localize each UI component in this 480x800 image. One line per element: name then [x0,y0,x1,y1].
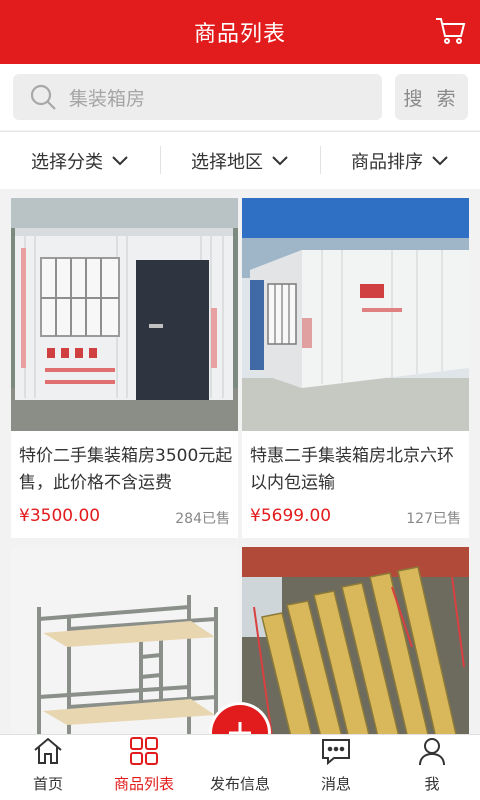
filter-region[interactable]: 选择地区 [160,132,320,189]
home-icon [34,737,62,764]
chevron-down-icon [112,155,128,165]
search-icon [30,84,56,110]
bunk-bed-photo[interactable] [11,547,238,734]
tab-label: 发布信息 [209,775,270,793]
filter-label: 选择地区 [191,151,263,173]
tab-product-list[interactable]: 商品列表 [96,735,192,800]
tab-label: 我 [424,775,440,793]
tab-label: 首页 [32,775,63,793]
search-input[interactable]: 集装箱房 [13,74,382,120]
product-price: ¥5699.00 [250,506,332,526]
search-bar: 集装箱房 搜 索 [0,64,480,130]
product-price: ¥3500.00 [19,506,101,526]
tab-home[interactable]: 首页 [0,735,96,800]
user-icon [419,738,445,766]
tab-label: 商品列表 [113,775,174,793]
filter-label: 选择分类 [31,151,103,173]
filter-bar: 选择分类 选择地区 商品排序 [0,131,480,189]
message-icon [322,739,350,766]
tab-me[interactable]: 我 [384,735,480,800]
sandwich-panels-photo[interactable] [242,547,469,734]
product-card[interactable] [11,547,238,734]
grid-icon [130,737,158,765]
product-card[interactable] [242,547,469,734]
filter-sort[interactable]: 商品排序 [320,132,480,189]
cart-icon[interactable] [434,14,468,48]
chevron-down-icon [432,155,448,165]
product-card[interactable]: 特价二手集装箱房3500元起售，此价格不含运费 ¥3500.00 284已售 [11,198,238,538]
product-sold-count: 127已售 [406,511,461,527]
product-card[interactable]: 特惠二手集装箱房北京六环以内包运输 ¥5699.00 127已售 [242,198,469,538]
tab-publish[interactable]: 发布信息 [192,735,288,800]
top-bar: 商品列表 [0,0,480,64]
product-name[interactable]: 特惠二手集装箱房北京六环以内包运输 [250,443,465,497]
filter-label: 商品排序 [351,151,423,173]
tab-messages[interactable]: 消息 [288,735,384,800]
bottom-tab-bar: 首页 商品列表 发布信息 消息 我 [0,734,480,800]
filter-category[interactable]: 选择分类 [0,132,160,189]
search-placeholder: 集装箱房 [69,87,146,110]
product-sold-count: 284已售 [175,511,230,527]
container-office-photo[interactable] [11,198,238,431]
search-button[interactable]: 搜 索 [395,74,468,120]
tab-label: 消息 [320,775,351,793]
container-house-photo[interactable] [242,198,469,431]
chevron-down-icon [272,155,288,165]
page-title: 商品列表 [193,22,286,47]
product-name[interactable]: 特价二手集装箱房3500元起售，此价格不含运费 [19,443,234,497]
